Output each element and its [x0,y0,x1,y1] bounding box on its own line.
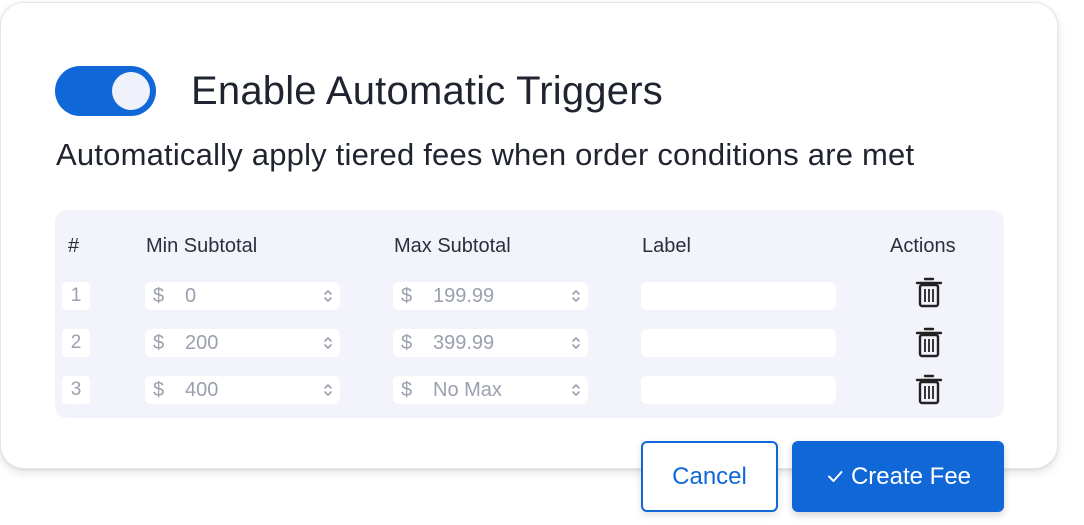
max-subtotal-input[interactable]: $ 399.99 [393,329,588,357]
column-header-label: Label [642,235,691,257]
currency-symbol: $ [153,379,165,401]
chevron-up-down-icon[interactable] [322,334,334,352]
min-subtotal-value: 200 [185,332,219,354]
cancel-button[interactable]: Cancel [641,441,778,512]
create-fee-button[interactable]: Create Fee [792,441,1004,512]
row-number: 1 [62,282,90,310]
column-header-min-subtotal: Min Subtotal [146,235,258,257]
trash-icon[interactable] [915,325,943,359]
min-subtotal-input[interactable]: $ 400 [145,376,340,404]
section-subtitle: Automatically apply tiered fees when ord… [56,137,915,172]
column-header-actions: Actions [890,235,956,257]
check-icon [827,471,843,482]
chevron-up-down-icon[interactable] [570,287,582,305]
row-number: 2 [62,329,90,357]
currency-symbol: $ [401,285,413,307]
chevron-up-down-icon[interactable] [322,287,334,305]
currency-symbol: $ [401,379,413,401]
chevron-up-down-icon[interactable] [322,381,334,399]
currency-symbol: $ [153,332,165,354]
fee-trigger-card: Enable Automatic Triggers Automatically … [0,2,1058,469]
label-input[interactable] [641,282,836,310]
row-number: 3 [62,376,90,404]
chevron-up-down-icon[interactable] [570,334,582,352]
toggle-knob [112,72,150,110]
max-subtotal-value: 199.99 [433,285,495,307]
max-subtotal-value: 399.99 [433,332,495,354]
column-header-max-subtotal: Max Subtotal [394,235,511,257]
create-fee-label: Create Fee [850,463,972,490]
column-header-index: # [68,235,80,257]
max-subtotal-input[interactable]: $ No Max [393,376,588,404]
min-subtotal-value: 400 [185,379,219,401]
min-subtotal-input[interactable]: $ 0 [145,282,340,310]
currency-symbol: $ [401,332,413,354]
enable-triggers-toggle[interactable] [55,66,156,116]
min-subtotal-value: 0 [185,285,197,307]
label-input[interactable] [641,329,836,357]
max-subtotal-value: No Max [433,379,502,401]
chevron-up-down-icon[interactable] [570,381,582,399]
fee-tiers-table: # Min Subtotal Max Subtotal Label Action… [55,210,1004,418]
label-input[interactable] [641,376,836,404]
max-subtotal-input[interactable]: $ 199.99 [393,282,588,310]
trash-icon[interactable] [915,275,943,309]
section-title: Enable Automatic Triggers [191,69,663,113]
min-subtotal-input[interactable]: $ 200 [145,329,340,357]
trash-icon[interactable] [915,372,943,406]
currency-symbol: $ [153,285,165,307]
